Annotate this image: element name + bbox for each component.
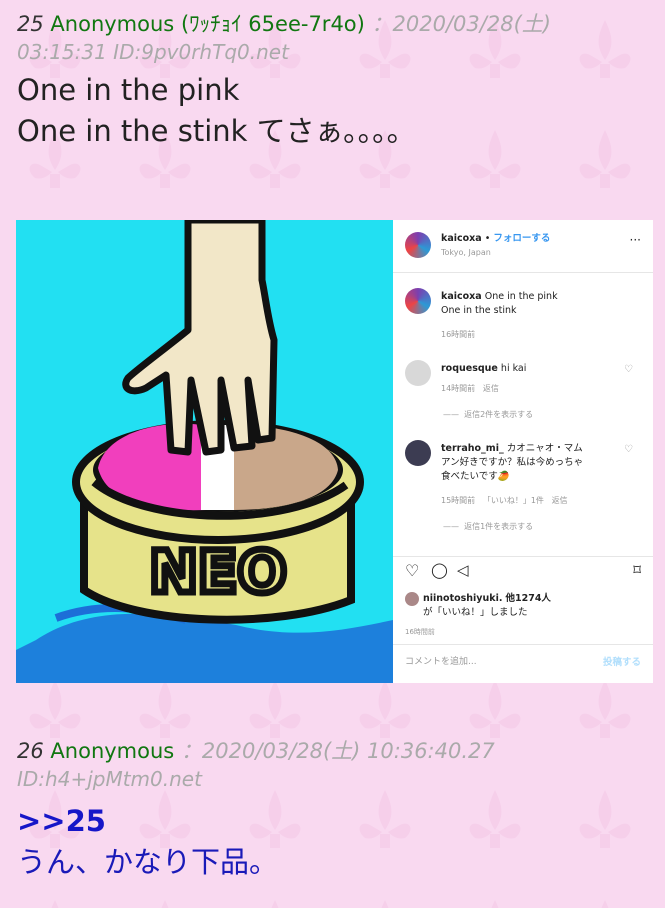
post-25: 25 Anonymous (ﾜｯﾁｮｲ 65ee-7r4o) ：2020/03/… xyxy=(17,10,655,152)
comment-text: hi kai xyxy=(500,363,527,374)
avatar[interactable] xyxy=(405,440,431,466)
ig-location[interactable]: Tokyo, Japan xyxy=(441,246,491,259)
ig-header: kaicoxa • フォローする Tokyo, Japan ··· xyxy=(393,220,653,272)
view-replies-link[interactable]: —— 返信1件を表示する xyxy=(443,520,533,533)
comment-time: 15時間前 xyxy=(441,496,476,505)
caption-text: One in the pink xyxy=(484,291,558,302)
reply-anchor-link[interactable]: >>25 xyxy=(17,801,655,842)
post-time: 16時間前 xyxy=(405,628,435,636)
avatar[interactable] xyxy=(405,288,431,314)
ig-actions: ♡ ◯ ◁ ⌑ xyxy=(393,563,653,586)
post-datetime: ：2020/03/28(土) 10:36:40.27 xyxy=(180,739,495,763)
comment-time: 14時間前 xyxy=(441,384,476,393)
instagram-panel: kaicoxa • フォローする Tokyo, Japan ··· kaicox… xyxy=(393,220,653,683)
comment-username[interactable]: terraho_mi_ xyxy=(441,443,504,454)
post-button[interactable]: 投稿する xyxy=(603,656,641,669)
reply-link[interactable]: 返信 xyxy=(483,384,499,393)
post-datetime: ：2020/03/28(土) xyxy=(371,12,551,36)
post-line: One in the stink てさぁ。。。。 xyxy=(17,114,416,148)
avatar[interactable] xyxy=(405,360,431,386)
reply-link[interactable]: 返信 xyxy=(552,496,568,505)
comment-icon[interactable]: ◯ xyxy=(431,563,448,578)
poster-name: Anonymous xyxy=(50,739,175,763)
poster-name: Anonymous xyxy=(50,12,175,36)
divider xyxy=(393,556,653,557)
comment-text: 食べたいです🥭 xyxy=(441,471,510,482)
likes-text: が「いいね！」しました xyxy=(423,607,528,618)
post-header: 26 Anonymous ：2020/03/28(土) 10:36:40.27 xyxy=(17,737,655,765)
bookmark-icon[interactable]: ⌑ xyxy=(633,563,641,578)
comment-input[interactable]: コメントを追加... xyxy=(405,656,477,669)
poster-id-suffix: (ﾜｯﾁｮｲ 65ee-7r4o) xyxy=(180,12,365,36)
caption-time: 16時間前 xyxy=(441,330,476,339)
like-icon[interactable]: ♡ xyxy=(405,563,419,579)
comment-text: アン好きですか？私は今めっちゃ xyxy=(441,457,584,468)
drawing-label: NEO xyxy=(149,538,286,606)
heart-icon[interactable]: ♡ xyxy=(624,364,633,375)
more-options-icon[interactable]: ··· xyxy=(630,234,641,247)
avatar[interactable] xyxy=(405,592,419,606)
heart-icon[interactable]: ♡ xyxy=(624,444,633,455)
post-id: ID:h4+jpMtm0.net xyxy=(17,767,202,791)
follow-button[interactable]: フォローする xyxy=(493,233,550,244)
share-icon[interactable]: ◁ xyxy=(457,563,469,578)
post-body: >>25 うん、かなり下品。 xyxy=(17,801,655,883)
ig-username[interactable]: kaicoxa xyxy=(441,233,482,244)
post-number[interactable]: 25 xyxy=(17,12,44,36)
post-body: One in the pink One in the stink てさぁ。。。。 xyxy=(17,70,655,152)
post-line: One in the pink xyxy=(17,73,240,107)
comment-likes[interactable]: 「いいね！」1件 xyxy=(483,496,544,505)
caption-text: One in the stink xyxy=(441,305,517,316)
avatar[interactable] xyxy=(405,232,431,258)
caption-username[interactable]: kaicoxa xyxy=(441,291,482,302)
dot-separator: • xyxy=(484,233,491,244)
post-line: うん、かなり下品。 xyxy=(17,845,279,879)
post-image[interactable]: NEO kaicoxa • フォローする Tokyo, Japan ··· ka… xyxy=(16,220,653,683)
likes-username[interactable]: niinotoshiyuki. xyxy=(423,593,502,604)
divider xyxy=(393,644,653,645)
page: { "post25": { "number": "25", "name": "A… xyxy=(0,0,665,908)
drawing-panel: NEO xyxy=(16,220,393,683)
likes-count[interactable]: 他1274人 xyxy=(505,593,550,604)
divider xyxy=(393,272,653,273)
post-number[interactable]: 26 xyxy=(17,739,44,763)
post-time-id: 03:15:31 ID:9pv0rhTq0.net xyxy=(17,40,289,64)
comment-text: カオニャオ・マム xyxy=(506,443,583,454)
view-replies-link[interactable]: —— 返信2件を表示する xyxy=(443,408,533,421)
neo-drawing: NEO xyxy=(16,220,393,683)
post-26: 26 Anonymous ：2020/03/28(土) 10:36:40.27 … xyxy=(17,737,655,883)
comment-username[interactable]: roquesque xyxy=(441,363,498,374)
post-header: 25 Anonymous (ﾜｯﾁｮｲ 65ee-7r4o) ：2020/03/… xyxy=(17,10,655,38)
